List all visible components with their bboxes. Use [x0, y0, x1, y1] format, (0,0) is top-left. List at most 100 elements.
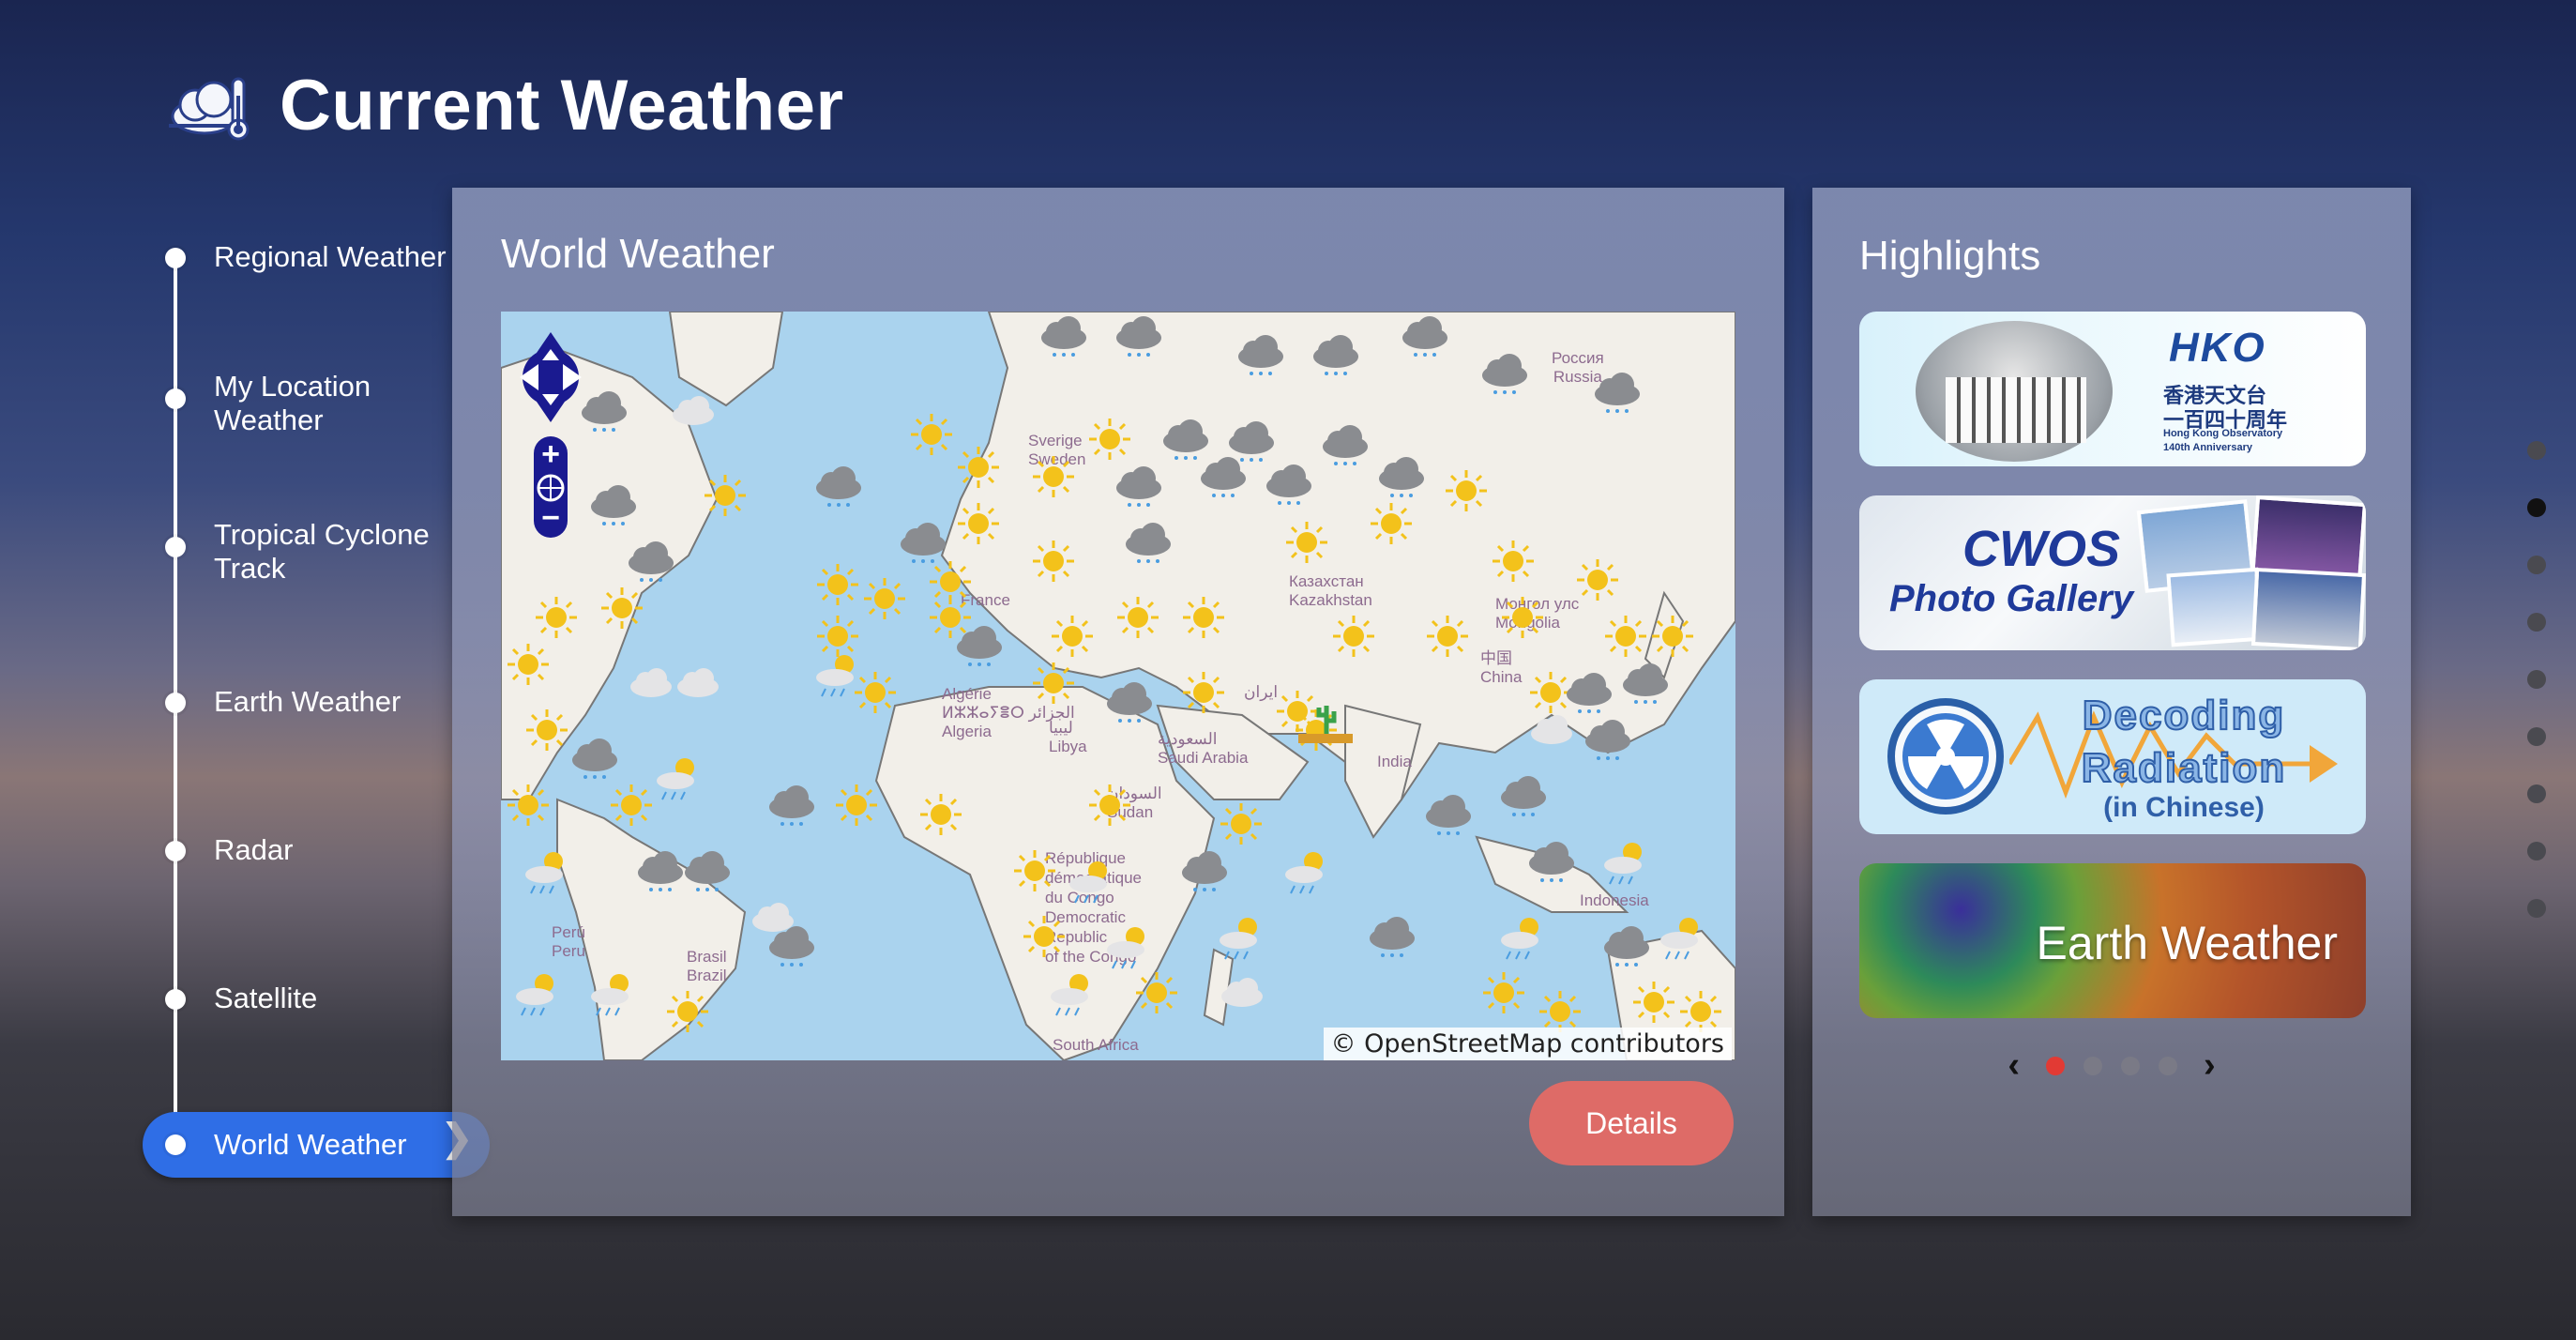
- radiation-icon: [1887, 698, 2004, 815]
- map-controls: + −: [518, 328, 583, 540]
- sunny-icon: [1176, 668, 1231, 717]
- sunny-icon: [1026, 537, 1081, 586]
- rain-icon: [1523, 837, 1578, 886]
- sunny-icon: [1129, 968, 1184, 1017]
- carousel-prev-button[interactable]: ‹: [2008, 1045, 2020, 1086]
- sunny-icon: [951, 499, 1006, 548]
- sunny-icon: [1364, 499, 1418, 548]
- pager-dot[interactable]: [2527, 727, 2546, 746]
- rain-icon: [1111, 462, 1165, 510]
- world-weather-map[interactable]: Россия Russia Sverige Sweden France Каза…: [501, 312, 1735, 1060]
- map-label-brazil: Brasil Brazil: [687, 948, 727, 985]
- nav-dot: [165, 989, 186, 1010]
- sunny-icon: [595, 584, 649, 632]
- rain-icon: [1617, 659, 1672, 708]
- carousel-next-button[interactable]: ›: [2204, 1045, 2216, 1086]
- map-label-china: 中国 China: [1480, 649, 1522, 687]
- details-button[interactable]: Details: [1529, 1081, 1734, 1165]
- map-label-peru: Perú Peru: [552, 923, 585, 961]
- nav-item-earth-weather[interactable]: Earth Weather: [141, 685, 488, 719]
- rain-icon: [1120, 518, 1174, 567]
- pan-control-icon[interactable]: [518, 328, 583, 426]
- highlight-card-cwos[interactable]: CWOS Photo Gallery: [1859, 495, 2366, 650]
- highlight-card-hko-140[interactable]: HKO 香港天文台 一百四十周年 Hong Kong Observatory 1…: [1859, 312, 2366, 466]
- map-label-india: India: [1377, 753, 1412, 770]
- sunny-rain-icon: [510, 968, 565, 1017]
- sunny-rain-icon: [1280, 846, 1334, 895]
- nav-item-label: World Weather: [214, 1128, 407, 1161]
- nav-dot: [165, 693, 186, 713]
- photo-thumb: [2250, 567, 2366, 650]
- world-weather-panel: World Weather Россия Russia Sverige Swed…: [452, 188, 1784, 1216]
- rain-icon: [1599, 921, 1653, 970]
- nav-item-satellite[interactable]: Satellite: [141, 982, 488, 1015]
- sunny-icon: [529, 593, 583, 642]
- sunny-icon: [1439, 466, 1493, 515]
- carousel-dot[interactable]: [2159, 1056, 2177, 1075]
- highlights-panel: Highlights HKO 香港天文台 一百四十周年 Hong Kong Ob…: [1812, 188, 2411, 1216]
- pager-dot[interactable]: [2527, 842, 2546, 860]
- sunny-icon: [660, 987, 715, 1036]
- rain-icon: [1580, 715, 1634, 764]
- cwos-title: CWOS: [1962, 521, 2120, 577]
- nav-item-my-location-weather[interactable]: My Location Weather: [141, 370, 385, 437]
- pager-dot[interactable]: [2527, 498, 2546, 517]
- sunny-icon: [829, 781, 884, 830]
- sunny-icon: [914, 790, 968, 839]
- carousel-dot[interactable]: [2046, 1056, 2065, 1075]
- rain-icon: [623, 537, 677, 586]
- highlights-title: Highlights: [1859, 233, 2041, 279]
- sunny-icon: [1176, 593, 1231, 642]
- sunny-rain-icon: [1495, 912, 1550, 961]
- map-label-text: Perú: [552, 923, 585, 941]
- map-label-text: Brazil: [687, 967, 727, 984]
- sunny-icon: [1477, 968, 1531, 1017]
- rain-icon: [1176, 846, 1231, 895]
- sunny-rain-icon: [1655, 912, 1709, 961]
- nav-item-label: Radar: [214, 833, 294, 866]
- highlight-card-decoding-radiation[interactable]: Decoding Radiation (in Chinese): [1859, 679, 2366, 834]
- rain-icon: [1317, 420, 1371, 469]
- nav-item-tropical-cyclone-track[interactable]: Tropical Cyclone Track: [141, 518, 450, 586]
- rain-icon: [1495, 771, 1550, 820]
- desert-icon: [1298, 696, 1353, 745]
- highlight-card-earth-weather[interactable]: Earth Weather: [1859, 863, 2366, 1018]
- pager-dot[interactable]: [2527, 784, 2546, 803]
- rain-icon: [1233, 330, 1287, 379]
- cwos-subtitle: Photo Gallery: [1889, 578, 2134, 619]
- rain-icon: [1111, 312, 1165, 360]
- zoom-control-icon[interactable]: + −: [518, 436, 583, 540]
- nav-dot: [165, 1134, 186, 1155]
- pager-dot[interactable]: [2527, 670, 2546, 689]
- sunny-icon: [951, 443, 1006, 492]
- pager-dot[interactable]: [2527, 556, 2546, 574]
- svg-text:+: +: [541, 436, 560, 472]
- rain-icon: [585, 480, 640, 529]
- nav-item-regional-weather[interactable]: Regional Weather: [141, 240, 488, 274]
- highlights-carousel-controls: ‹ ›: [1812, 1045, 2411, 1086]
- nav-item-world-weather[interactable]: World Weather ❯: [143, 1112, 490, 1178]
- map-label-text: Казахстан: [1289, 572, 1364, 590]
- sunny-rain-icon: [1045, 968, 1099, 1017]
- rain-icon: [1101, 678, 1156, 726]
- pager-dot[interactable]: [2527, 899, 2546, 918]
- pager-dot[interactable]: [2527, 613, 2546, 632]
- sunny-icon: [501, 640, 555, 689]
- rain-icon: [764, 781, 818, 830]
- map-attribution[interactable]: © OpenStreetMap contributors: [1323, 1028, 1732, 1060]
- hko-logo: HKO: [2169, 325, 2266, 371]
- photo-thumb: [2166, 567, 2264, 647]
- rain-icon: [1195, 452, 1250, 501]
- sunny-icon: [1017, 912, 1071, 961]
- hko-building-colonnade: [1946, 377, 2086, 443]
- svg-text:−: −: [541, 500, 560, 536]
- rain-icon: [764, 921, 818, 970]
- earth-weather-card-title: Earth Weather: [2036, 917, 2338, 969]
- pager-dot[interactable]: [2527, 441, 2546, 460]
- carousel-dot[interactable]: [2084, 1056, 2102, 1075]
- hko-name-en: Hong Kong Observatory: [2163, 428, 2283, 439]
- sunny-icon: [1008, 846, 1062, 895]
- nav-item-radar[interactable]: Radar: [141, 833, 488, 867]
- carousel-dot[interactable]: [2121, 1056, 2140, 1075]
- hko-anniversary-en: 140th Anniversary: [2163, 442, 2252, 453]
